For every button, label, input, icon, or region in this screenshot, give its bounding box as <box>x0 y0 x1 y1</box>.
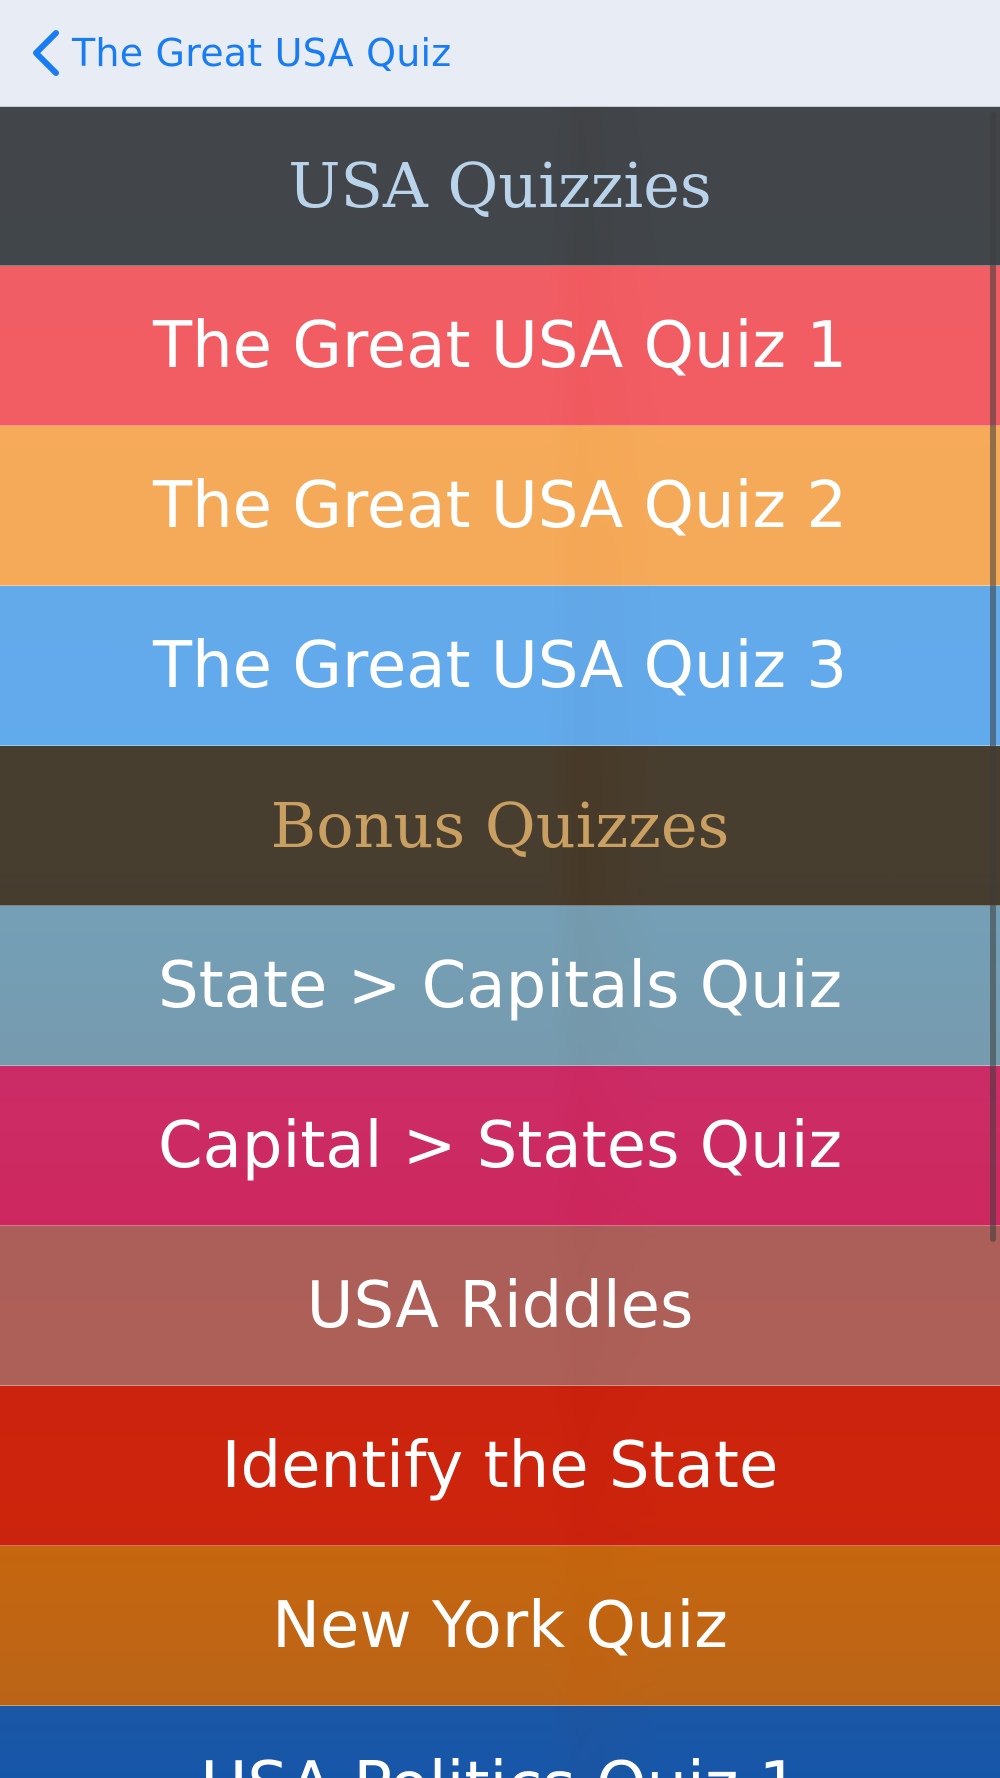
quiz-row-label: Capital > States Quiz <box>157 1108 843 1183</box>
quiz-list: USA Quizzies The Great USA Quiz 1 The Gr… <box>0 106 1000 1778</box>
quiz-row-label: USA Riddles <box>306 1268 694 1343</box>
quiz-row-label: The Great USA Quiz 3 <box>152 628 848 703</box>
back-button[interactable]: The Great USA Quiz <box>26 27 451 79</box>
quiz-row-label: The Great USA Quiz 2 <box>152 468 848 543</box>
quiz-row-label: USA Politics Quiz 1 <box>201 1749 800 1778</box>
back-button-label: The Great USA Quiz <box>72 31 452 75</box>
quiz-row-usa-riddles[interactable]: USA Riddles <box>0 1226 1000 1386</box>
section-header-label: Bonus Quizzes <box>270 789 730 862</box>
quiz-row-label: State > Capitals Quiz <box>157 948 843 1023</box>
quiz-row-label: New York Quiz <box>272 1588 728 1663</box>
quiz-row-label: The Great USA Quiz 1 <box>152 308 848 383</box>
quiz-row-usa-politics-1[interactable]: USA Politics Quiz 1 <box>0 1706 1000 1778</box>
quiz-row-capital-states[interactable]: Capital > States Quiz <box>0 1066 1000 1226</box>
section-header-bonus-quizzes: Bonus Quizzes <box>0 746 1000 906</box>
chevron-left-icon <box>26 27 66 79</box>
scrollbar[interactable] <box>990 112 996 1242</box>
quiz-row-identify-state[interactable]: Identify the State <box>0 1386 1000 1546</box>
quiz-row-new-york[interactable]: New York Quiz <box>0 1546 1000 1706</box>
quiz-row-great-usa-3[interactable]: The Great USA Quiz 3 <box>0 586 1000 746</box>
quiz-row-great-usa-1[interactable]: The Great USA Quiz 1 <box>0 266 1000 426</box>
section-header-usa-quizzies: USA Quizzies <box>0 106 1000 266</box>
quiz-row-label: Identify the State <box>221 1428 779 1503</box>
navigation-bar: The Great USA Quiz <box>0 0 1000 107</box>
section-header-label: USA Quizzies <box>288 149 712 222</box>
quiz-row-great-usa-2[interactable]: The Great USA Quiz 2 <box>0 426 1000 586</box>
quiz-row-state-capitals[interactable]: State > Capitals Quiz <box>0 906 1000 1066</box>
